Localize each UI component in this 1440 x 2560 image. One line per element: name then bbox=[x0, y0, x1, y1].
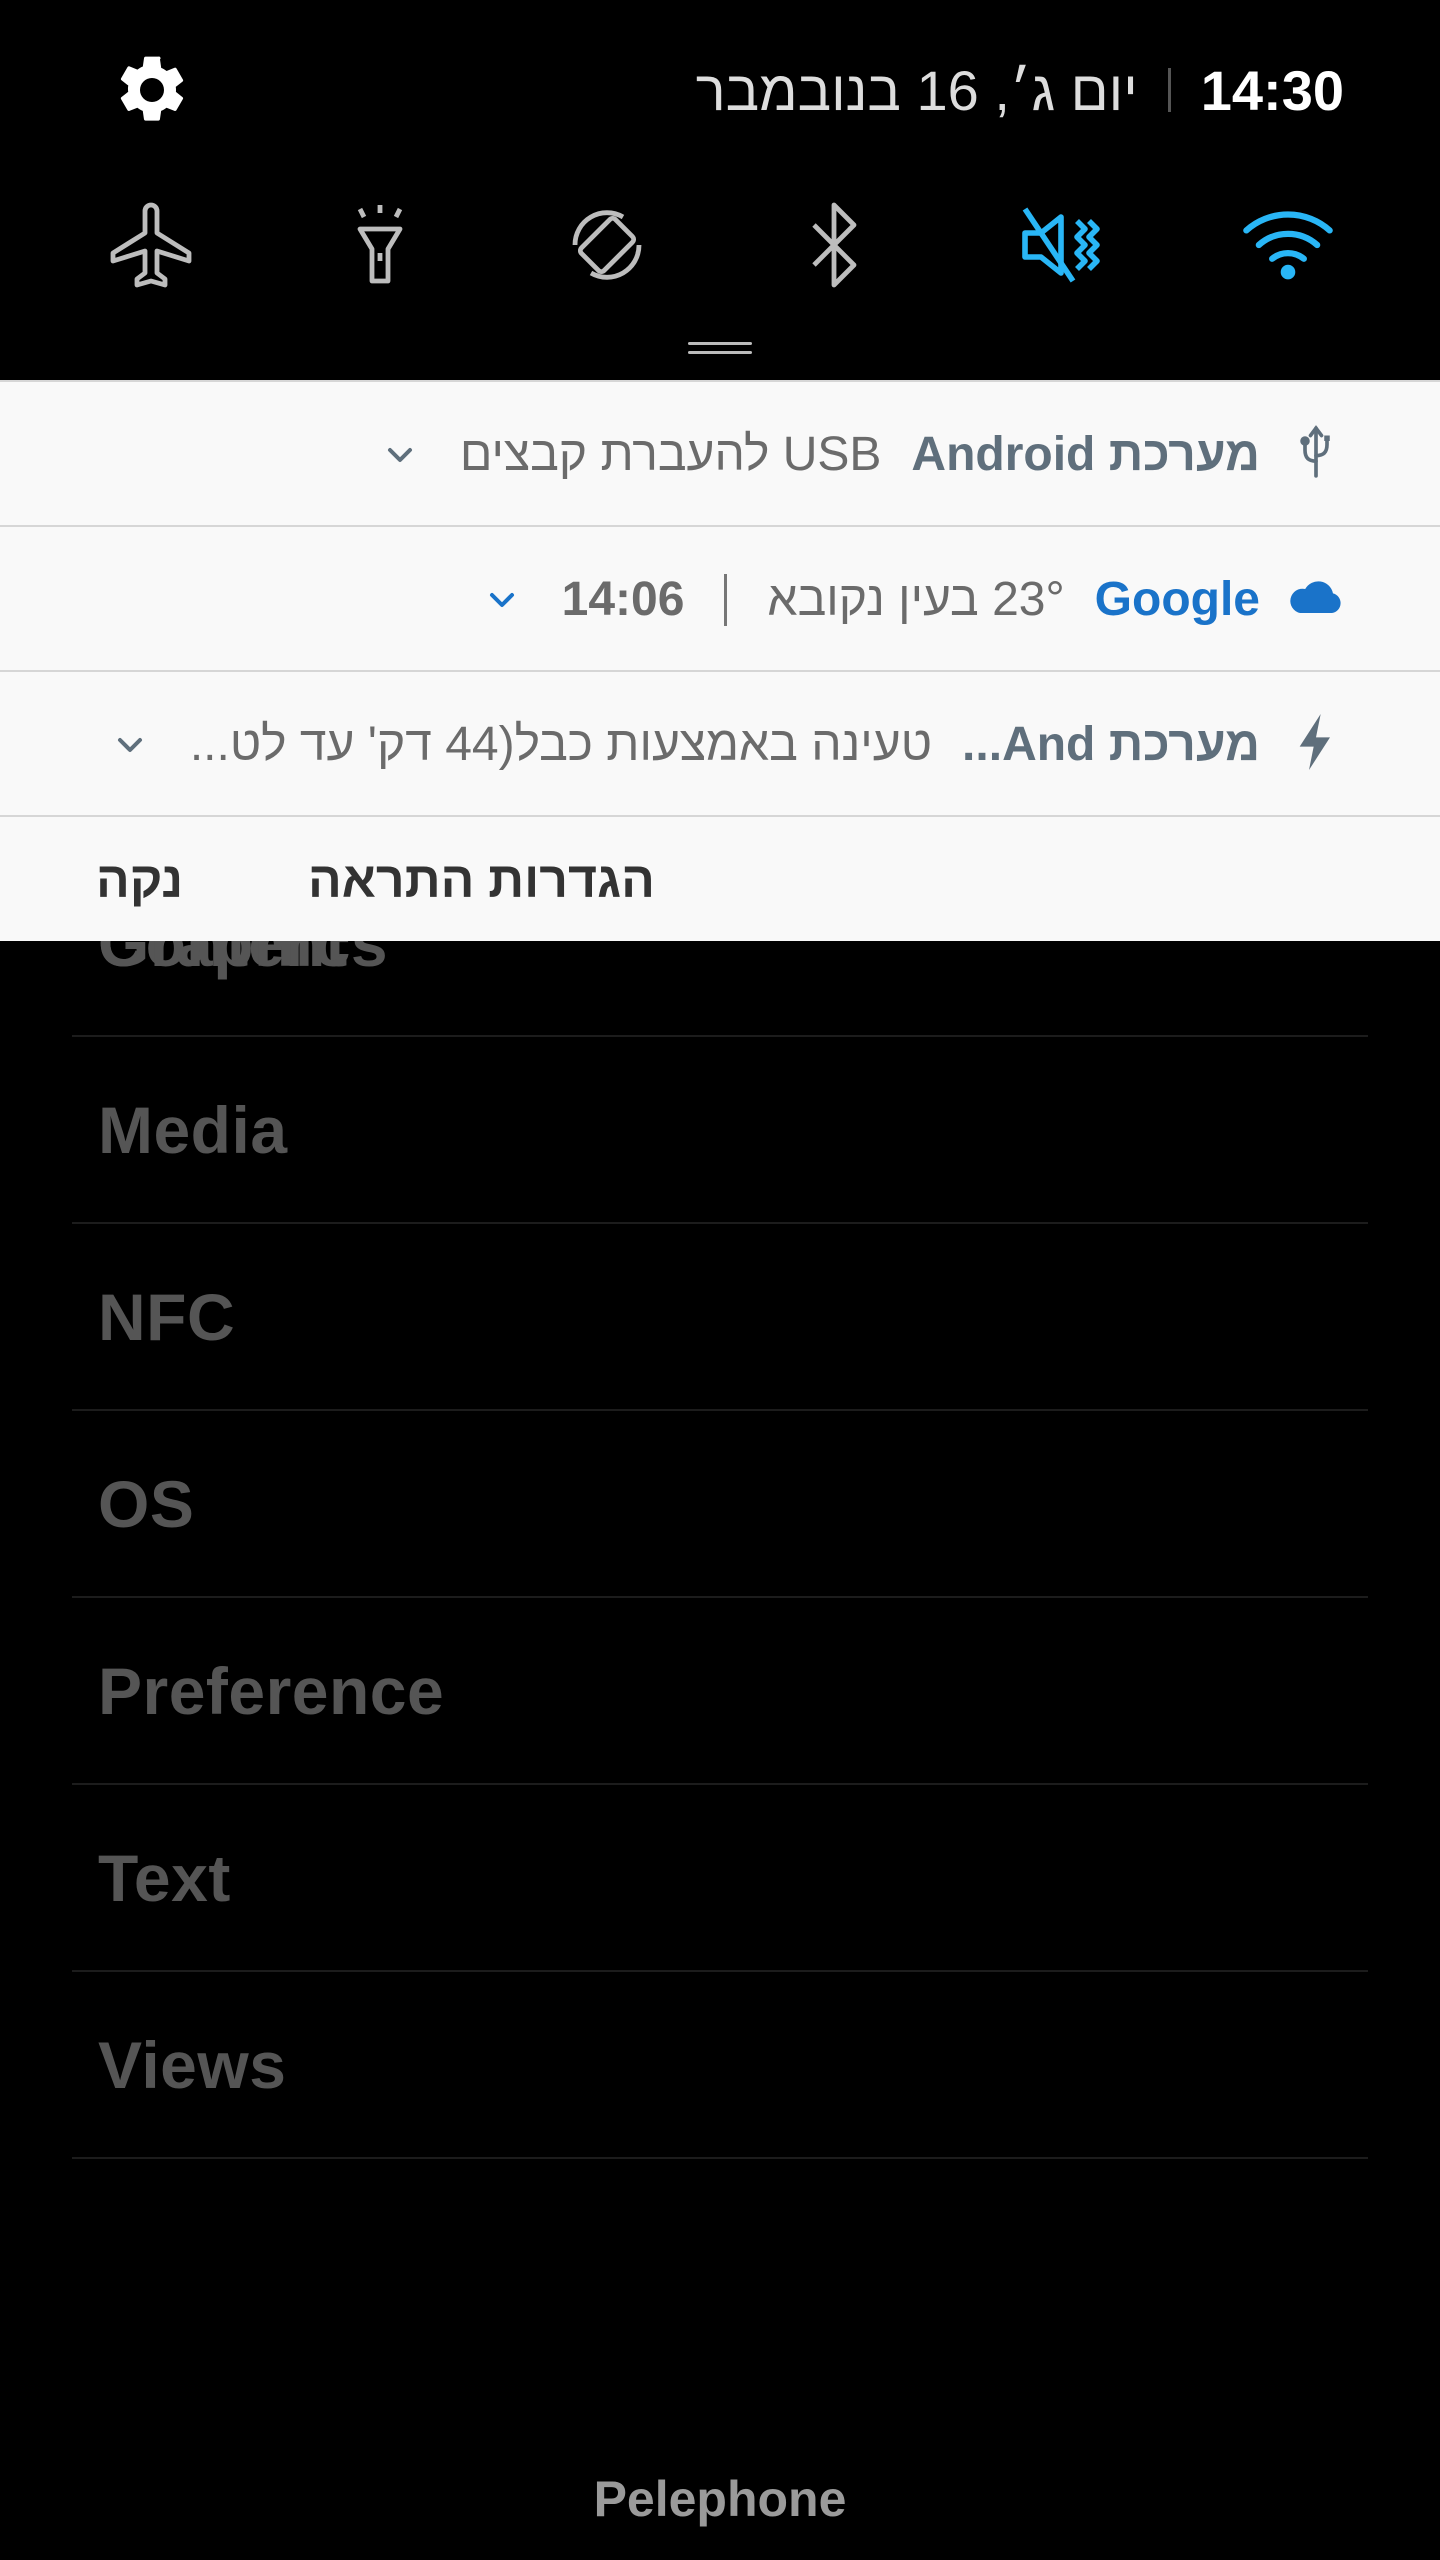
notification-settings-button[interactable]: הגדרות התראה bbox=[308, 817, 655, 943]
list-item[interactable]: OS bbox=[72, 1411, 1368, 1598]
background-list: Graphics Media NFC OS Preference Text Vi… bbox=[72, 850, 1368, 2159]
flashlight-icon[interactable] bbox=[325, 190, 435, 300]
notification-usb[interactable]: מערכת Android USB להעברת קבצים bbox=[0, 380, 1440, 525]
notification-time: 14:06 bbox=[561, 573, 685, 626]
notification-app-name: מערכת Android bbox=[911, 428, 1260, 481]
notification-content: מערכת Android USB להעברת קבצים bbox=[380, 382, 1260, 527]
bluetooth-icon[interactable] bbox=[779, 190, 889, 300]
notification-app-name: Google bbox=[1094, 573, 1260, 626]
chevron-down-icon[interactable] bbox=[380, 435, 420, 475]
notification-message: USB להעברת קבצים bbox=[459, 428, 882, 481]
date-label: יום ג׳, 16 בנובמבר bbox=[695, 58, 1138, 122]
divider bbox=[1167, 68, 1171, 112]
list-item[interactable]: NFC bbox=[72, 1224, 1368, 1411]
gear-icon[interactable] bbox=[112, 50, 192, 130]
notification-message: 23° בעין נקובא bbox=[767, 573, 1065, 626]
list-item-label: OS bbox=[98, 1466, 195, 1541]
cloud-icon bbox=[1286, 567, 1346, 627]
notification-google-weather[interactable]: Google 23° בעין נקובא 14:06 bbox=[0, 525, 1440, 670]
chevron-down-icon[interactable] bbox=[482, 580, 522, 620]
divider bbox=[724, 573, 728, 626]
clock: 14:30 bbox=[1200, 58, 1344, 122]
notification-message: טעינה באמצעות כבל(44 דק' עד לט... bbox=[189, 718, 933, 771]
clear-button[interactable]: נקה bbox=[96, 817, 183, 943]
list-item[interactable]: Views bbox=[72, 1972, 1368, 2159]
notification-shade-header: יום ג׳, 16 בנובמבר 14:30 bbox=[0, 0, 1440, 380]
wifi-icon[interactable] bbox=[1233, 190, 1343, 300]
list-item[interactable]: Text bbox=[72, 1785, 1368, 1972]
usb-icon bbox=[1286, 422, 1346, 482]
list-item-label: Preference bbox=[98, 1653, 445, 1728]
quick-toggles bbox=[0, 190, 1440, 300]
notification-charging[interactable]: מערכת And... טעינה באמצעות כבל(44 דק' עד… bbox=[0, 670, 1440, 815]
airplane-icon[interactable] bbox=[98, 190, 208, 300]
list-item[interactable]: Preference bbox=[72, 1598, 1368, 1785]
shade-drag-handle[interactable] bbox=[688, 342, 752, 356]
list-item[interactable]: Media bbox=[72, 1037, 1368, 1224]
carrier-label: Pelephone bbox=[593, 2471, 847, 2527]
mute-vibrate-icon[interactable] bbox=[1006, 190, 1116, 300]
list-item-label: Media bbox=[98, 1092, 288, 1167]
bolt-icon bbox=[1286, 712, 1346, 772]
status-datetime: יום ג׳, 16 בנובמבר 14:30 bbox=[696, 50, 1344, 130]
notification-content: מערכת And... טעינה באמצעות כבל(44 דק' עד… bbox=[110, 672, 1260, 817]
chevron-down-icon[interactable] bbox=[110, 725, 150, 765]
notification-actions-bar: נקה הגדרות התראה bbox=[0, 815, 1440, 941]
notification-app-name: מערכת And... bbox=[962, 718, 1260, 771]
list-item-label: Text bbox=[98, 1840, 231, 1915]
list-item-label: Views bbox=[98, 2027, 287, 2102]
notification-content: Google 23° בעין נקובא 14:06 bbox=[482, 527, 1260, 672]
rotate-icon[interactable] bbox=[552, 190, 662, 300]
list-item-label: NFC bbox=[98, 1279, 236, 1354]
